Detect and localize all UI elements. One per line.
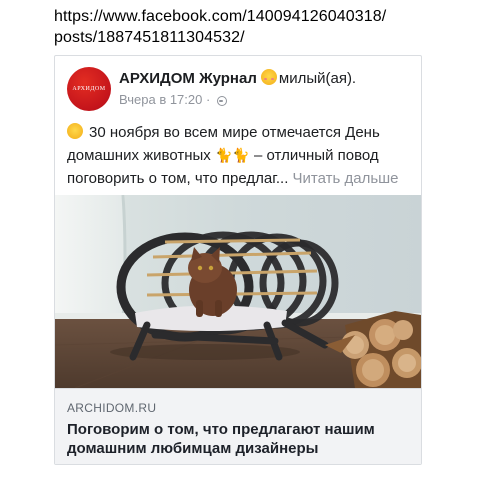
link-preview[interactable]: ARCHIDOM.RU Поговорим о том, что предлаг… [55,388,421,464]
see-more-link[interactable]: Читать дальше [293,170,399,187]
page-avatar[interactable]: АРХИДОМ [67,67,111,111]
link-preview-image[interactable] [55,195,421,388]
cat-emoji-icon: 🐈🐈 [214,147,250,163]
post-url-line-1: https://www.facebook.com/140094126040318… [54,8,387,25]
post-timestamp[interactable]: Вчера в 17:20 [119,92,202,107]
smiling-face-icon [260,69,277,85]
feeling-label: милый(ая). [278,70,357,87]
avatar-logo-text: АРХИДОМ [72,86,106,92]
post-header: АРХИДОМ Журнал милый(ая). [119,69,356,89]
link-title[interactable]: Поговорим о том, что предлагают нашим до… [67,420,407,458]
post-body: 30 ноября во всем мире отмечается День д… [67,121,415,190]
facebook-post-card: АРХИДОМ АРХИДОМ Журнал милый(ая). Вчера в… [54,55,422,465]
cat-bed-photo [55,195,421,388]
page-name-link[interactable]: АРХИДОМ Журнал [119,70,257,87]
link-domain: ARCHIDOM.RU [67,401,157,415]
globe-icon[interactable] [216,96,227,106]
post-url[interactable]: https://www.facebook.com/140094126040318… [54,6,454,48]
post-url-line-2: posts/1887451811304532/ [54,29,245,46]
meta-separator: · [206,92,211,107]
post-meta: Вчера в 17:20 · [119,92,227,108]
astonished-face-icon [67,123,83,139]
